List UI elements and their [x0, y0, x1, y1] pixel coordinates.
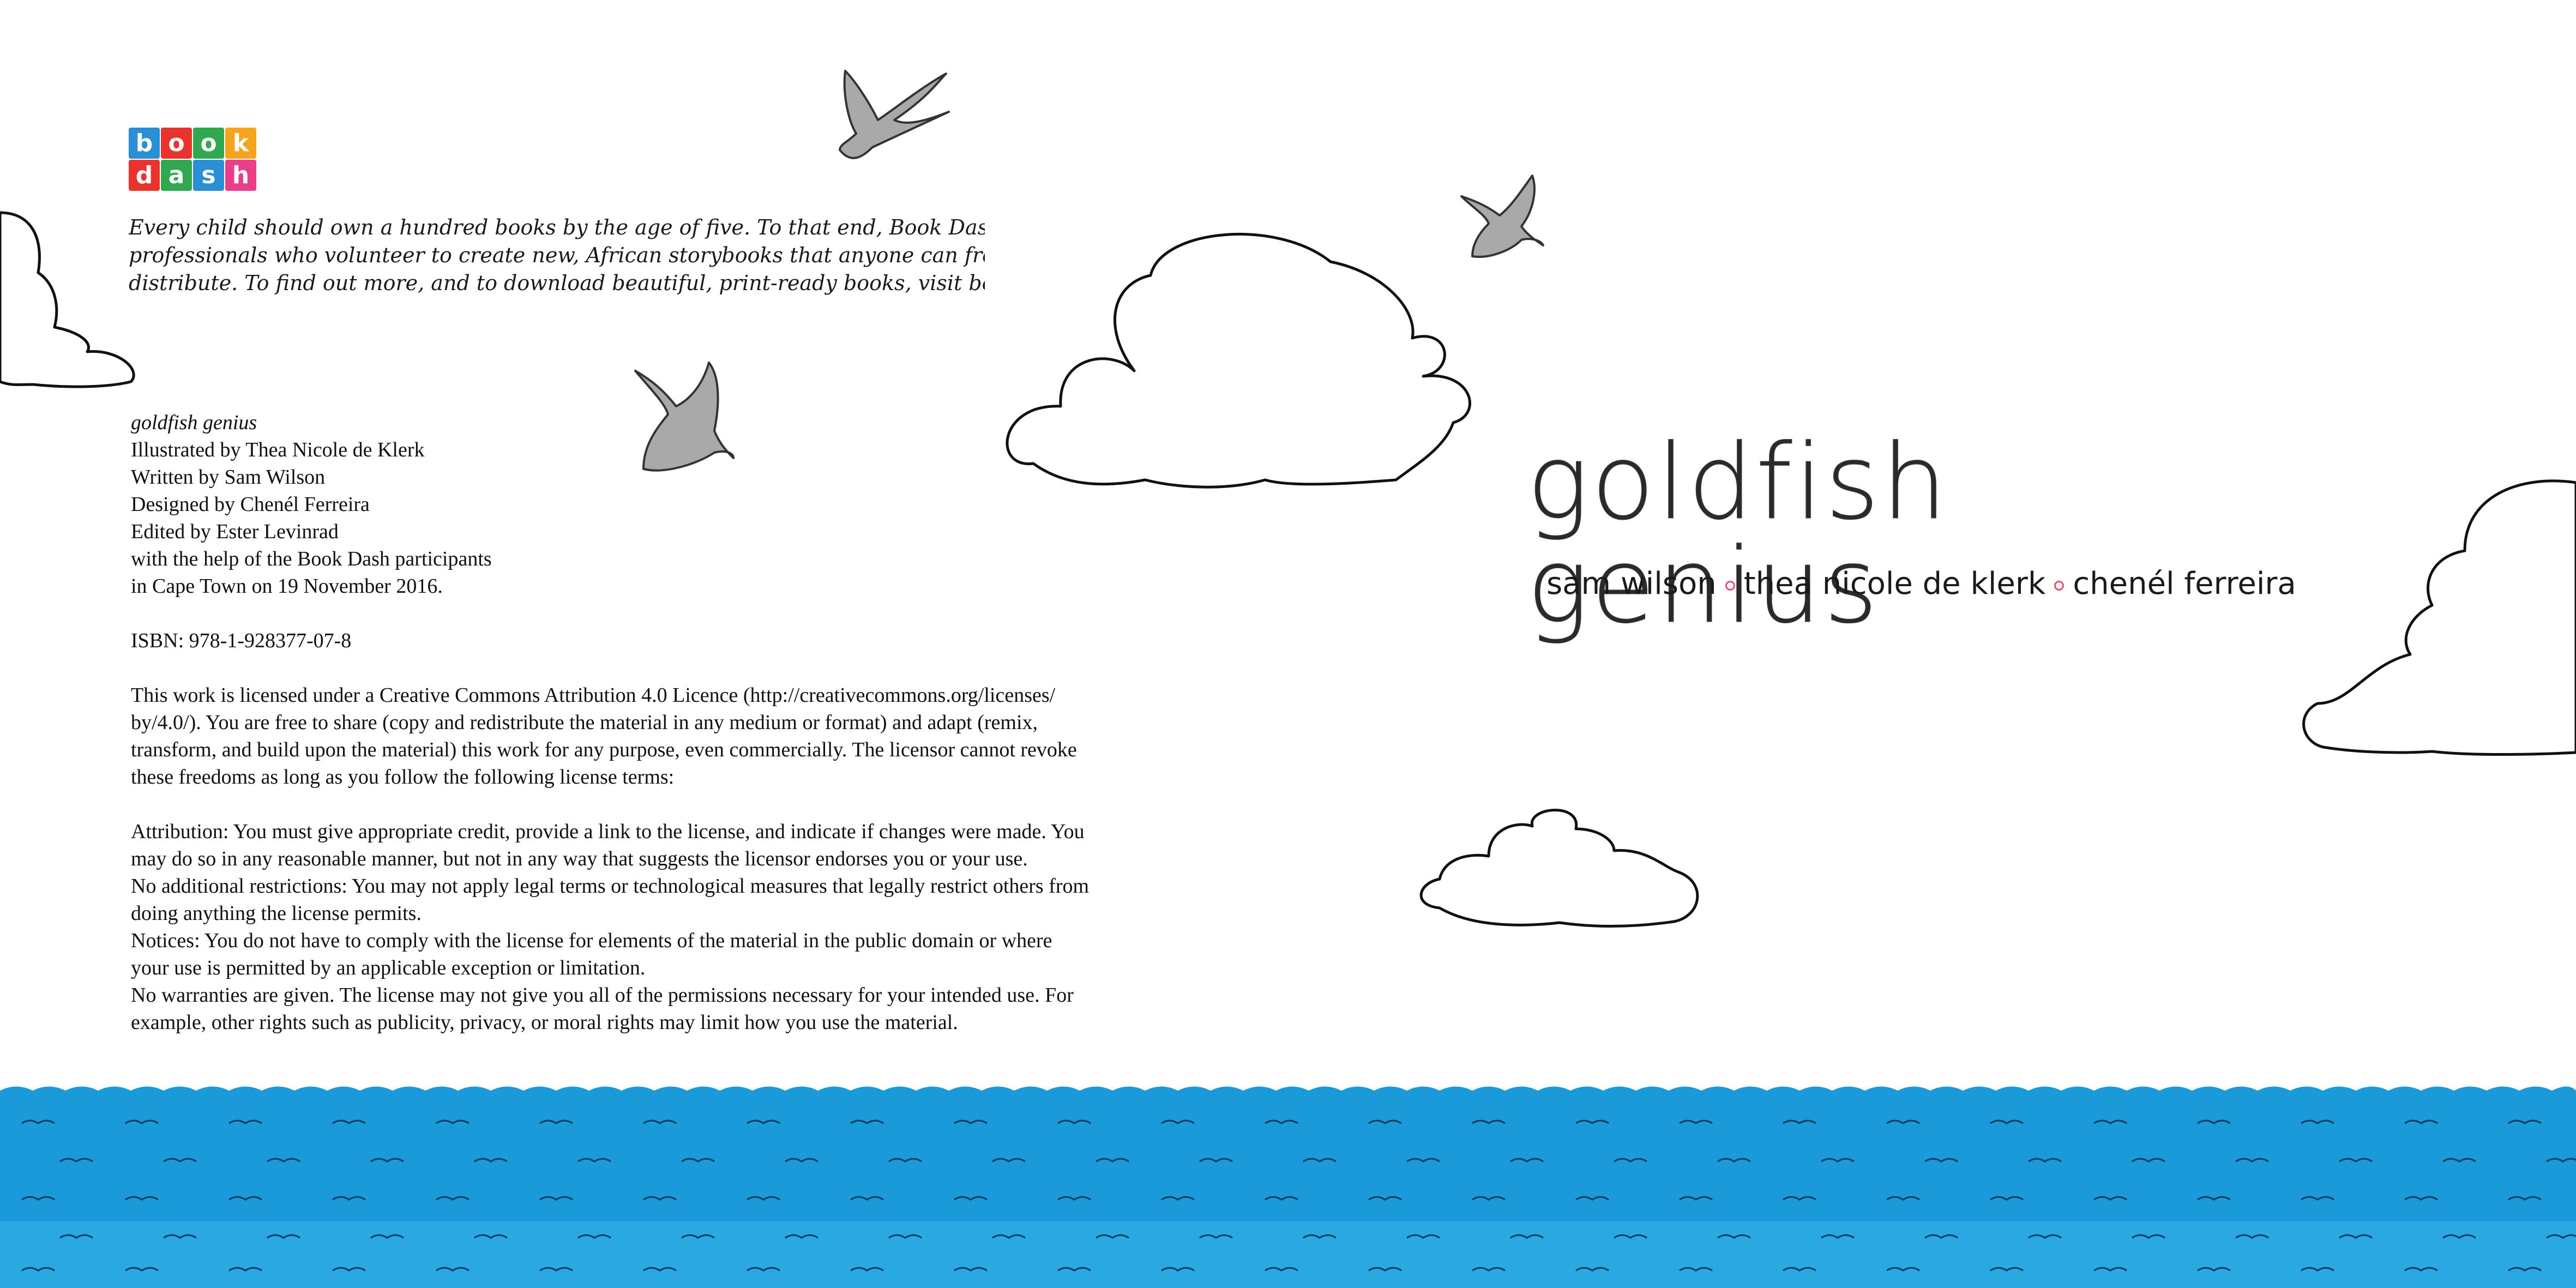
- license-intro-line: these freedoms as long as you follow the…: [131, 766, 675, 789]
- place-date: in Cape Town on 19 November 2016.: [131, 575, 443, 598]
- cloud: [1419, 809, 1699, 928]
- license-term-line: example, other rights such as publicity,…: [131, 1011, 958, 1034]
- author-credit: Written by Sam Wilson: [131, 466, 326, 489]
- byline-designer: chenél ferreira: [2073, 566, 2296, 601]
- help-credit: with the help of the Book Dash participa…: [131, 547, 492, 570]
- book-spread: bookdash Every child should own a hundre…: [0, 0, 2576, 1288]
- byline-illustrator: thea nicole de klerk: [1743, 566, 2046, 601]
- cover-title: goldfish genius: [1527, 422, 1949, 646]
- editor-credit: Edited by Ester Levinrad: [131, 520, 339, 543]
- mission-line: distribute. To find out more, and to dow…: [129, 271, 985, 295]
- cloud: [2302, 479, 2576, 756]
- logo-letter-tile: s: [193, 160, 224, 191]
- designer-credit: Designed by Chenél Ferreira: [131, 493, 370, 516]
- book-title-credit: goldfish genius: [131, 411, 257, 434]
- license-intro-line: transform, and build upon the material) …: [131, 738, 1077, 761]
- license-term-line: doing anything the license permits.: [131, 902, 422, 925]
- logo-letter-tile: h: [225, 160, 256, 191]
- logo-letter-tile: a: [161, 160, 192, 191]
- license-term-line: may do so in any reasonable manner, but …: [131, 847, 1028, 870]
- license-term-line: No additional restrictions: You may not …: [131, 875, 1090, 898]
- logo-letter-tile: o: [193, 128, 224, 159]
- cloud: [0, 211, 135, 388]
- logo-letter-tile: k: [225, 128, 256, 159]
- license-term-line: Notices: You do not have to comply with …: [131, 929, 1052, 952]
- license-term-line: No warranties are given. The license may…: [131, 984, 1074, 1007]
- logo-letter-tile: b: [129, 128, 160, 159]
- mission-line: professionals who volunteer to create ne…: [129, 243, 985, 267]
- license-term-line: your use is permitted by an applicable e…: [131, 956, 646, 979]
- logo-letter-tile: o: [161, 128, 192, 159]
- sea-band: [0, 1221, 2576, 1288]
- bird: [1460, 174, 1544, 258]
- logo-letter-tile: d: [129, 160, 160, 191]
- separator-dot: [2054, 580, 2065, 591]
- license-term-line: Attribution: You must give appropriate c…: [131, 820, 1085, 843]
- imprint-credits: goldfish genius Illustrated by Thea Nico…: [131, 409, 1167, 1036]
- separator-dot: [1725, 580, 1735, 591]
- mission-statement: Every child should own a hundred books b…: [129, 214, 985, 297]
- book-dash-logo: bookdash: [129, 128, 257, 192]
- license-intro-line: by/4.0/). You are free to share (copy an…: [131, 711, 1038, 734]
- cover-byline: sam wilson thea nicole de klerk chenél fer…: [1546, 566, 2354, 601]
- mission-line: Every child should own a hundred books b…: [129, 215, 985, 239]
- license-intro-line: This work is licensed under a Creative C…: [131, 684, 1056, 707]
- illustrator-credit: Illustrated by Thea Nicole de Klerk: [131, 438, 425, 461]
- bird: [839, 70, 950, 159]
- isbn: ISBN: 978-1-928377-07-8: [131, 629, 352, 652]
- byline-author: sam wilson: [1546, 566, 1717, 601]
